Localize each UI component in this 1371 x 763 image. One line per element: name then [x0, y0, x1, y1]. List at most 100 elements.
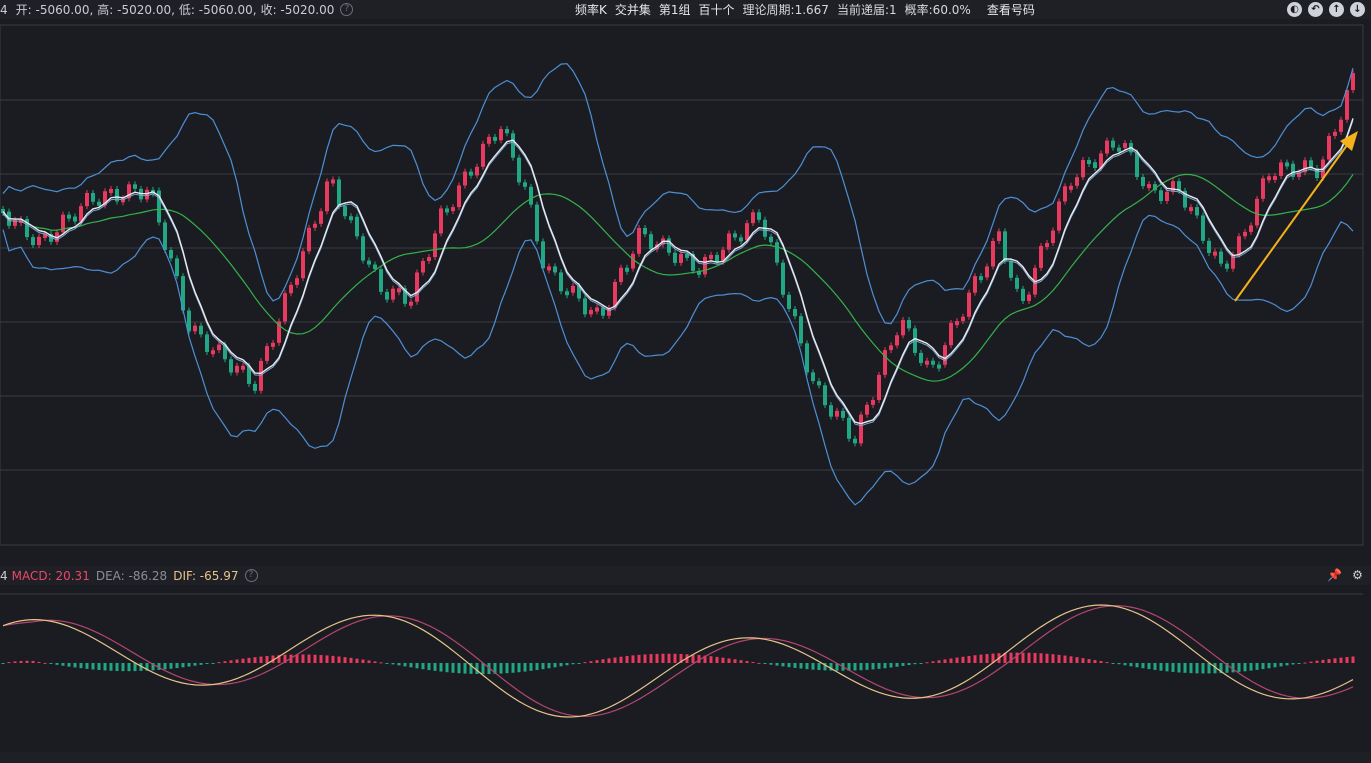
macd-bar — [877, 663, 881, 669]
macd-bar — [181, 663, 185, 668]
kline-toolbar: 频率K 交并集 第1组 百十个 理论周期:1.667 当前递届:1 概率:60.… — [575, 0, 1035, 19]
macd-bar — [661, 653, 665, 663]
macd-bar — [931, 661, 935, 663]
macd-bar — [937, 660, 941, 663]
macd-prefix: 4 — [0, 568, 8, 583]
pin-icon[interactable]: 📌 — [1327, 568, 1342, 583]
macd-value: MACD: 20.31 — [11, 568, 90, 583]
macd-bar — [901, 663, 905, 666]
freq-k-button[interactable]: 频率K — [575, 1, 607, 18]
macd-bar — [199, 663, 203, 665]
macd-bar — [529, 663, 533, 671]
macd-bar — [1291, 663, 1295, 665]
candle — [1117, 147, 1121, 152]
macd-bar — [865, 663, 869, 670]
gear-icon[interactable]: ⚙ — [1350, 568, 1365, 583]
candle — [1063, 186, 1067, 202]
candle — [907, 319, 911, 329]
candle — [397, 288, 401, 293]
macd-bar — [1123, 663, 1127, 666]
candle — [799, 316, 803, 344]
candle — [865, 404, 869, 415]
candle — [793, 308, 797, 317]
candle — [841, 410, 845, 418]
eye-icon[interactable]: ◐ — [1287, 2, 1302, 17]
up-icon[interactable]: ↑ — [1329, 2, 1344, 17]
candle — [979, 276, 983, 281]
macd-bar — [391, 663, 395, 665]
candle — [1087, 160, 1091, 165]
macd-bar — [649, 654, 653, 663]
macd-bar — [301, 654, 305, 663]
current-progress: 当前递届:1 — [836, 3, 897, 17]
candle — [787, 294, 791, 309]
candle — [745, 223, 749, 241]
candle — [415, 272, 419, 302]
macd-bar — [163, 663, 167, 670]
candle — [211, 350, 215, 355]
candle — [1069, 185, 1073, 190]
macd-bar — [31, 660, 35, 663]
candle — [937, 364, 941, 369]
candle — [919, 352, 923, 363]
dif-line — [2, 604, 1354, 718]
macd-bar — [169, 663, 173, 669]
candle — [805, 343, 809, 373]
group-button[interactable]: 第1组 — [659, 1, 691, 18]
macd-bar — [247, 657, 251, 663]
macd-bar — [25, 660, 29, 663]
candle — [1093, 162, 1097, 168]
candle — [259, 360, 263, 391]
macd-bar — [919, 663, 923, 664]
hundred-ten-button[interactable]: 百十个 — [699, 1, 735, 18]
close-value: 收: -5020.00 — [260, 3, 335, 17]
macd-bar — [187, 663, 191, 667]
help-icon[interactable]: ? — [340, 3, 354, 16]
macd-bar — [553, 663, 557, 668]
macd-bar — [949, 658, 953, 663]
macd-bar — [895, 663, 899, 667]
macd-bar — [889, 663, 893, 668]
candle — [253, 383, 257, 391]
alternate-set-button[interactable]: 交并集 — [615, 1, 651, 18]
candle — [283, 293, 287, 322]
macd-bar — [511, 663, 515, 673]
macd-bar — [577, 663, 581, 664]
macd-bar — [619, 656, 623, 663]
kline-chart[interactable] — [0, 19, 1371, 559]
view-number-button[interactable]: 查看号码 — [987, 1, 1035, 18]
macd-bar — [1075, 657, 1079, 663]
macd-bar — [721, 657, 725, 663]
candle — [433, 233, 437, 258]
macd-icons: 📌 ⚙ — [1327, 568, 1365, 583]
candle — [1135, 152, 1139, 177]
macd-bar — [265, 655, 269, 663]
down-icon[interactable]: ↓ — [1350, 2, 1365, 17]
candle — [985, 266, 989, 278]
macd-bar — [73, 663, 77, 668]
candle — [1039, 245, 1043, 268]
candle — [319, 211, 323, 224]
macd-bar — [13, 661, 17, 663]
candle — [583, 298, 587, 315]
macd-bar — [1099, 661, 1103, 663]
macd-chart[interactable] — [0, 586, 1371, 752]
macd-bar — [1177, 663, 1181, 673]
candle — [1279, 162, 1283, 176]
macd-bar — [691, 654, 695, 663]
macd-bar — [1063, 655, 1067, 663]
candle — [37, 236, 41, 246]
macd-bar — [607, 658, 611, 663]
macd-bar — [313, 654, 317, 663]
candle — [1237, 236, 1241, 255]
macd-help-icon[interactable]: ? — [244, 569, 258, 582]
macd-bar — [55, 663, 59, 665]
candle — [529, 186, 533, 205]
candle — [517, 157, 521, 183]
candle — [589, 309, 593, 315]
candle — [727, 233, 731, 250]
macd-bar — [793, 663, 797, 668]
candle — [457, 185, 461, 208]
macd-bar — [1321, 659, 1325, 663]
undo-icon[interactable]: ↶ — [1308, 2, 1323, 17]
